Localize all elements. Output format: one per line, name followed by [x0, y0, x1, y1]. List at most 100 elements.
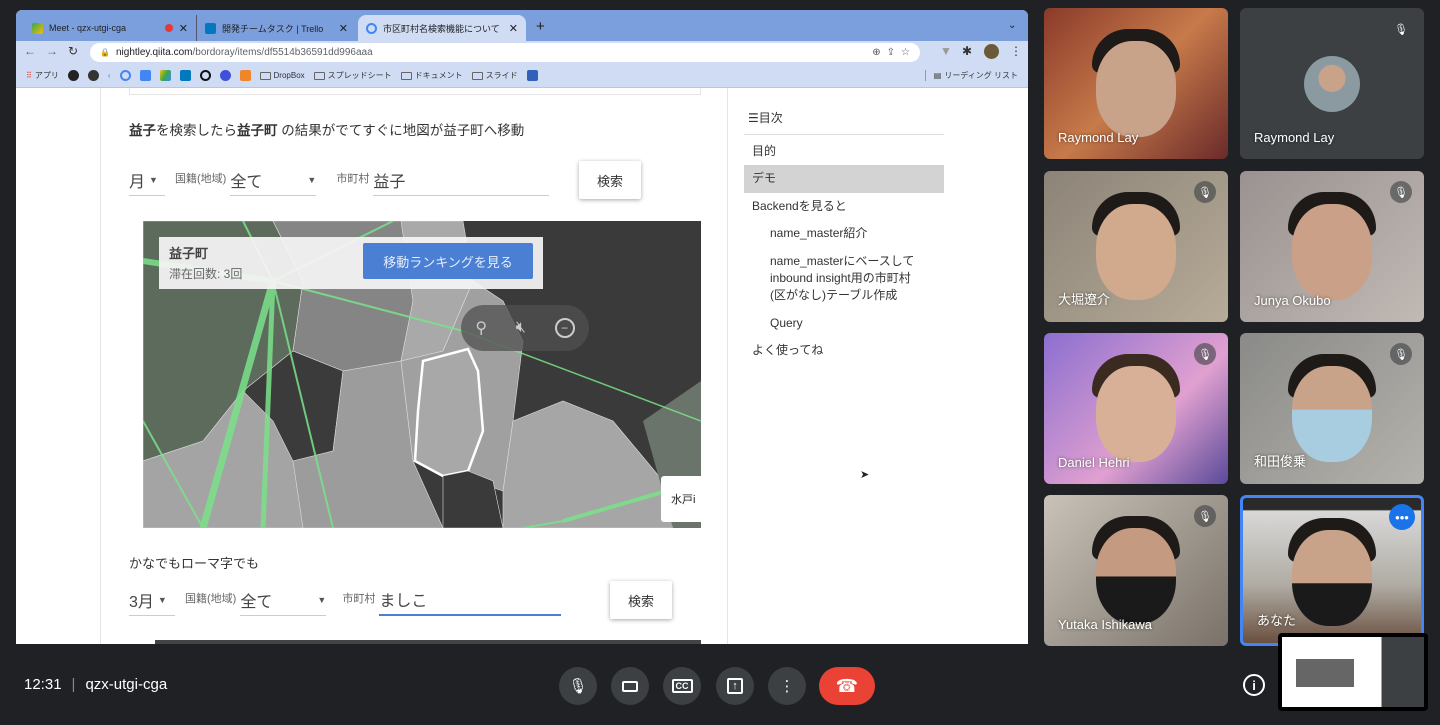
- preview-screen: [1282, 637, 1424, 707]
- bookmark-folder-document[interactable]: ドキュメント: [400, 70, 463, 81]
- search-form-2: 3月 ▼ 国籍(地域) 全て ▼ 市町村 ましこ: [129, 580, 562, 616]
- leave-call-button[interactable]: ☎︎: [819, 667, 875, 705]
- toc-item[interactable]: Backendを見ると: [744, 193, 944, 220]
- toc-item[interactable]: name_masterにベースして inbound insight用の市町村 (…: [744, 248, 934, 310]
- search-button[interactable]: 検索: [610, 581, 672, 619]
- share-icon[interactable]: ⇪: [887, 47, 895, 58]
- participant-name: Yutaka Ishikawa: [1058, 617, 1152, 632]
- video-feed: [1096, 41, 1176, 138]
- bookmark-icon[interactable]: [219, 70, 231, 81]
- tab-search-chevron-icon[interactable]: ⌄: [1008, 20, 1016, 31]
- list-icon: ☰: [748, 111, 759, 125]
- forward-icon[interactable]: →: [46, 44, 58, 58]
- apps-grid-icon: ⠿: [26, 71, 32, 80]
- address-bar[interactable]: 🔒 nightley.qiita.com/bordoray/items/df55…: [90, 43, 920, 62]
- tab-bar: Meet - qzx-utgi-cga ✕ 開発チームタスク | Trello …: [16, 10, 1028, 41]
- camera-button[interactable]: [611, 667, 649, 705]
- bookmark-label: スプレッドシート: [327, 71, 392, 80]
- month-select[interactable]: 3月 ▼: [129, 584, 175, 616]
- self-tile[interactable]: ••• あなた: [1240, 495, 1424, 646]
- profile-avatar[interactable]: [984, 44, 999, 59]
- town-name: 益子町: [169, 246, 209, 261]
- github-icon[interactable]: [67, 70, 79, 81]
- calendar-icon[interactable]: [139, 70, 151, 81]
- month-select[interactable]: 月 ▼: [129, 164, 165, 196]
- city-label: 市町村: [336, 173, 370, 185]
- bookmark-label: アプリ: [34, 71, 59, 80]
- more-options-button[interactable]: ⋮: [768, 667, 806, 705]
- trello-icon[interactable]: [179, 70, 191, 81]
- menu-kebab-icon[interactable]: ⋮: [1010, 44, 1022, 58]
- zoom-icon[interactable]: ⊕: [872, 47, 880, 58]
- meeting-details-info-icon[interactable]: i: [1243, 674, 1265, 696]
- map-label-mito: 水戸i: [661, 476, 701, 522]
- toc-item-active[interactable]: デモ: [744, 165, 944, 193]
- bookmark-icon[interactable]: [239, 70, 251, 81]
- map[interactable]: 益子町 滞在回数: 3回 移動ランキングを見る ⚲ 🔇︎ − 水戸i: [143, 221, 701, 528]
- tab-trello[interactable]: 開発チームタスク | Trello ✕: [196, 15, 356, 41]
- nationality-value: 全て: [230, 173, 263, 191]
- mouse-cursor-icon: ➤: [860, 469, 870, 481]
- stay-count: 滞在回数: 3回: [169, 267, 243, 281]
- city-input[interactable]: ましこ: [379, 584, 562, 616]
- table-of-contents: ☰目次 目的 デモ Backendを見ると name_master紹介 name…: [744, 105, 944, 365]
- bookmark-apps[interactable]: ⠿ アプリ: [26, 70, 59, 81]
- self-preview-thumbnail[interactable]: [1278, 633, 1428, 711]
- new-tab-icon[interactable]: +: [536, 18, 545, 35]
- bookmark-star-icon[interactable]: ☆: [901, 47, 910, 58]
- participant-tile[interactable]: 🎙︎ Junya Okubo: [1240, 171, 1424, 322]
- view-ranking-button[interactable]: 移動ランキングを見る: [363, 243, 533, 279]
- bookmark-icon[interactable]: ‹: [108, 71, 111, 80]
- mic-off-icon: 🎙︎: [1390, 181, 1412, 203]
- toc-item[interactable]: name_master紹介: [744, 220, 944, 247]
- reading-list-icon: ▤: [933, 71, 942, 80]
- close-tab-icon[interactable]: ✕: [179, 22, 188, 35]
- town-info-popup: 益子町 滞在回数: 3回 移動ランキングを見る: [159, 237, 543, 289]
- participant-tile[interactable]: 🎙︎ 和田俊乗: [1240, 333, 1424, 484]
- bookmark-folder-spreadsheet[interactable]: スプレッドシート: [313, 70, 392, 81]
- participant-tile[interactable]: 🎙︎ 大堀遼介: [1044, 171, 1228, 322]
- tab-qiita[interactable]: 市区町村名検索機能について (nam ✕: [358, 15, 526, 41]
- participant-tile[interactable]: 🎙︎ Yutaka Ishikawa: [1044, 495, 1228, 646]
- search-button[interactable]: 検索: [579, 161, 641, 199]
- city-value: ましこ: [379, 593, 428, 610]
- reload-icon[interactable]: ↻: [68, 44, 78, 58]
- captions-button[interactable]: CC: [663, 667, 701, 705]
- bookmark-icon[interactable]: [526, 70, 538, 81]
- close-tab-icon[interactable]: ✕: [339, 22, 348, 35]
- participant-tile[interactable]: 🎙︎ Daniel Hehri: [1044, 333, 1228, 484]
- bookmark-icon[interactable]: [199, 70, 211, 81]
- bookmark-folder-dropbox[interactable]: DropBox: [259, 71, 305, 80]
- mute-speaker-icon[interactable]: 🔇︎: [516, 319, 526, 337]
- bookmark-icon[interactable]: [87, 70, 99, 81]
- present-button[interactable]: ↑: [716, 667, 754, 705]
- nationality-select[interactable]: 全て ▼: [230, 164, 317, 196]
- remove-icon[interactable]: −: [554, 318, 575, 338]
- extensions-puzzle-icon[interactable]: ✱: [962, 44, 972, 58]
- tab-meet[interactable]: Meet - qzx-utgi-cga ✕: [24, 15, 196, 41]
- back-icon[interactable]: ←: [24, 44, 36, 58]
- mic-off-icon: 🎙︎: [1194, 505, 1216, 527]
- participant-tile[interactable]: 🎙︎ Raymond Lay: [1240, 8, 1424, 159]
- reading-list[interactable]: ▤ リーディング リスト: [924, 70, 1018, 81]
- toc-item[interactable]: よく使ってね: [744, 337, 944, 364]
- bookmark-icon[interactable]: [119, 70, 131, 81]
- extension-v-icon[interactable]: ▼: [940, 44, 952, 58]
- participant-name: Junya Okubo: [1254, 293, 1331, 308]
- meet-icon: [32, 22, 43, 34]
- bookmark-label: ドキュメント: [414, 71, 463, 80]
- drive-icon[interactable]: [159, 70, 171, 81]
- toc-item[interactable]: Query: [744, 310, 944, 337]
- pin-off-icon[interactable]: ⚲: [475, 318, 487, 338]
- search-form-1: 月 ▼ 国籍(地域) 全て ▼ 市町村 益子: [129, 160, 550, 196]
- microphone-button[interactable]: 🎙︎: [559, 667, 597, 705]
- toc-item[interactable]: 目的: [744, 138, 944, 165]
- nationality-select[interactable]: 全て ▼: [240, 584, 327, 616]
- bookmark-folder-slide[interactable]: スライド: [471, 70, 518, 81]
- more-options-icon[interactable]: •••: [1389, 504, 1415, 530]
- participant-name: Raymond Lay: [1058, 130, 1139, 145]
- toc-title: ☰目次: [744, 105, 944, 135]
- participant-tile[interactable]: Raymond Lay: [1044, 8, 1228, 159]
- close-tab-icon[interactable]: ✕: [509, 22, 518, 35]
- city-input[interactable]: 益子: [373, 164, 550, 196]
